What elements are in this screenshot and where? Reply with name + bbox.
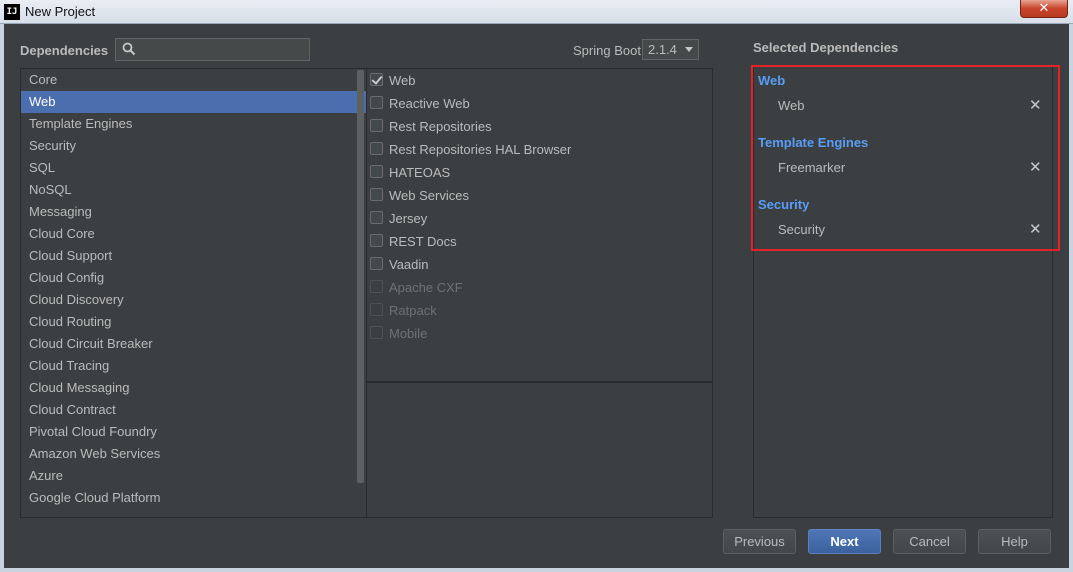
category-item[interactable]: Security [21,135,366,157]
dependency-item: Apache CXF [367,276,712,299]
selected-dependency-item: Security [778,222,825,237]
category-item[interactable]: Cloud Messaging [21,377,366,399]
spring-boot-version-value: 2.1.4 [648,42,677,57]
selected-dependency-item: Freemarker [778,160,846,175]
selected-dependencies-label: Selected Dependencies [753,40,899,55]
dependency-label: Rest Repositories [389,119,492,134]
help-button[interactable]: Help [978,529,1051,554]
category-item[interactable]: Web [21,91,366,113]
chevron-down-icon [685,47,693,52]
dependency-checkbox[interactable] [370,73,383,86]
dependency-label: Ratpack [389,303,437,318]
dependency-item: Mobile [367,322,712,345]
category-item[interactable]: Core [21,69,366,91]
dependency-item[interactable]: Reactive Web [367,92,712,115]
dependency-item[interactable]: Jersey [367,207,712,230]
title-bar: IJ New Project ✕ [0,0,1073,24]
dependency-checkbox[interactable] [370,211,383,224]
remove-dependency-icon[interactable]: ✕ [1029,220,1042,238]
remove-dependency-icon[interactable]: ✕ [1029,158,1042,176]
category-item[interactable]: Cloud Contract [21,399,366,421]
dependency-item[interactable]: Rest Repositories HAL Browser [367,138,712,161]
category-item[interactable]: Messaging [21,201,366,223]
dependency-label: REST Docs [389,234,457,249]
dependency-checkbox [370,280,383,293]
spring-boot-version-select[interactable]: 2.1.4 [642,39,699,60]
category-item[interactable]: Cloud Discovery [21,289,366,311]
dependency-checkbox[interactable] [370,234,383,247]
dependency-label: Vaadin [389,257,429,272]
dependency-checkbox[interactable] [370,96,383,109]
window-title: New Project [25,4,96,19]
category-item[interactable]: Cloud Core [21,223,366,245]
selected-group-heading: Security [758,197,810,212]
category-item[interactable]: Azure [21,465,366,487]
dependency-checkbox-list: Web Reactive Web Rest Repositories Rest Rep… [367,68,713,382]
spring-boot-label: Spring Boot [573,43,641,58]
dependencies-label: Dependencies [20,43,109,58]
dependency-description-panel [367,382,713,518]
category-item[interactable]: Cloud Routing [21,311,366,333]
dependency-label: Apache CXF [389,280,463,295]
dependency-label: Jersey [389,211,428,226]
category-list-scrollbar[interactable] [357,70,364,483]
selected-group-heading: Template Engines [758,135,869,150]
category-item[interactable]: Cloud Config [21,267,366,289]
category-item[interactable]: Google Cloud Platform [21,487,366,509]
dependency-label: Mobile [389,326,428,341]
category-item[interactable]: Template Engines [21,113,366,135]
dependency-checkbox [370,326,383,339]
category-item[interactable]: Amazon Web Services [21,443,366,465]
window-close-button[interactable]: ✕ [1020,0,1068,18]
remove-dependency-icon[interactable]: ✕ [1029,96,1042,114]
cancel-button[interactable]: Cancel [893,529,966,554]
dependency-checkbox [370,303,383,316]
dependency-item[interactable]: Web [367,69,712,92]
dependency-checkbox[interactable] [370,142,383,155]
category-item[interactable]: NoSQL [21,179,366,201]
dependency-item[interactable]: REST Docs [367,230,712,253]
dependency-label: Web [389,73,416,88]
dependency-label: Rest Repositories HAL Browser [389,142,572,157]
previous-button[interactable]: Previous [723,529,796,554]
dependency-item[interactable]: Vaadin [367,253,712,276]
category-item[interactable]: Cloud Support [21,245,366,267]
dependency-item[interactable]: Web Services [367,184,712,207]
selected-group-heading: Web [758,73,786,88]
dependency-label: Web Services [389,188,469,203]
category-list: Core Web Template Engines Security SQL NoSQL M… [20,68,367,518]
dependency-checkbox[interactable] [370,188,383,201]
dependency-checkbox[interactable] [370,257,383,270]
selected-dependency-item: Web [778,98,805,113]
dependency-search-input[interactable] [115,38,310,61]
dependency-checkbox[interactable] [370,119,383,132]
dependency-item[interactable]: Rest Repositories [367,115,712,138]
intellij-app-icon: IJ [4,4,20,20]
category-item[interactable]: Cloud Circuit Breaker [21,333,366,355]
dependency-label: HATEOAS [389,165,451,180]
category-item[interactable]: Pivotal Cloud Foundry [21,421,366,443]
next-button[interactable]: Next [808,529,881,554]
dependency-label: Reactive Web [389,96,470,111]
dependency-item: Ratpack [367,299,712,322]
search-icon [122,42,136,56]
dependency-item[interactable]: HATEOAS [367,161,712,184]
dependency-checkbox[interactable] [370,165,383,178]
category-item[interactable]: SQL [21,157,366,179]
category-item[interactable]: Cloud Tracing [21,355,366,377]
